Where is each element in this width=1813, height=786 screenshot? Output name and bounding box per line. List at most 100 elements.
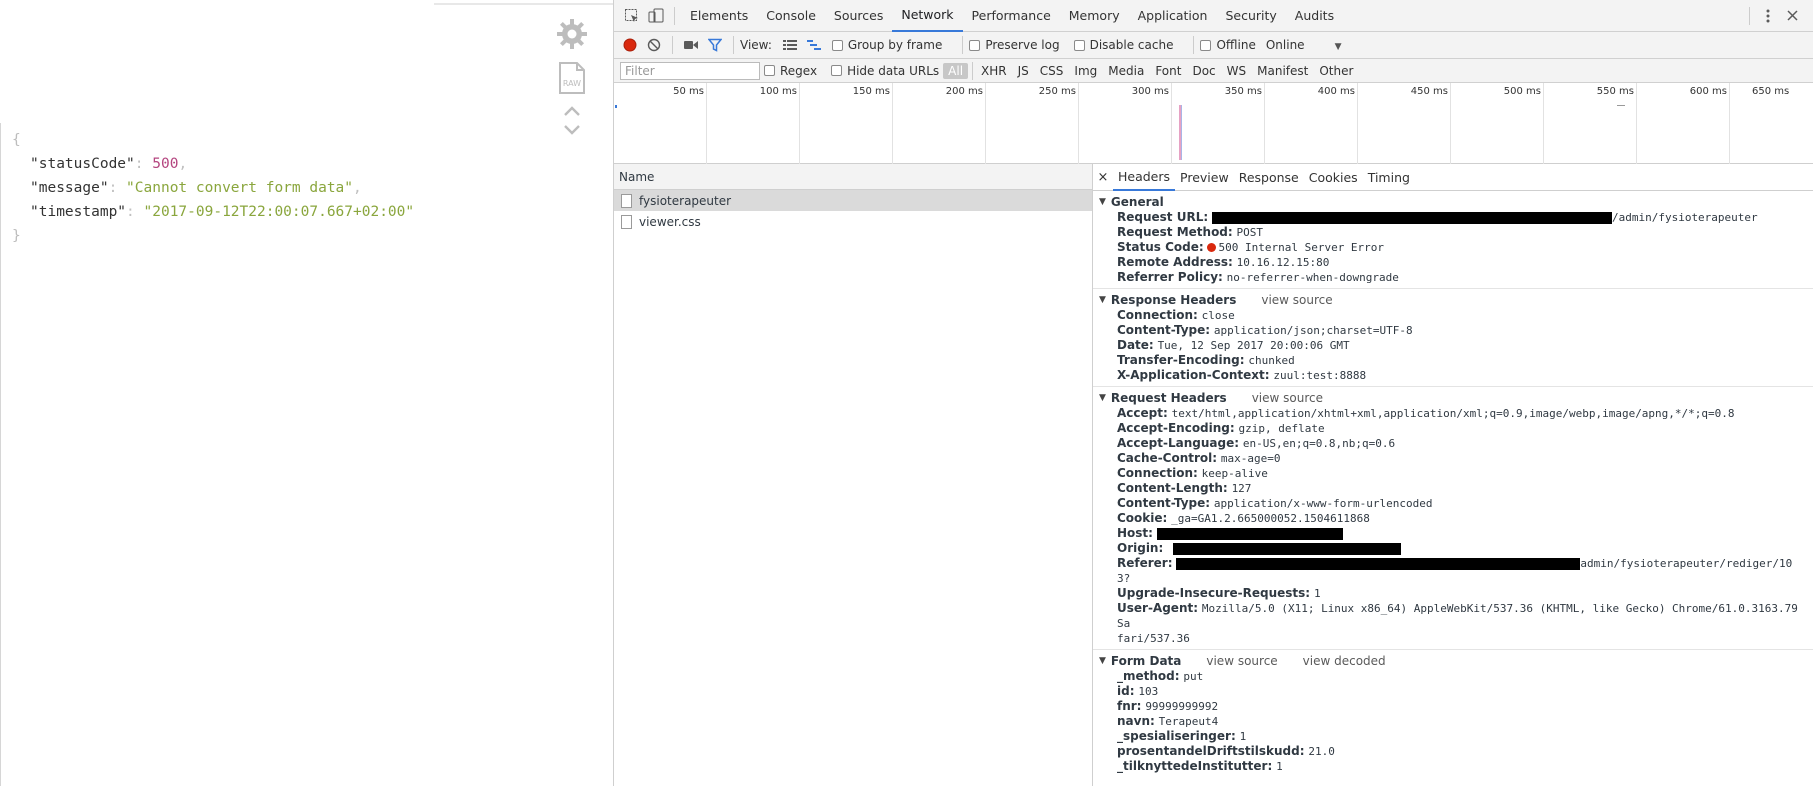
devtools-tabbar: Elements Console Sources Network Perform… — [614, 0, 1813, 32]
json-line: "message": "Cannot convert form data", — [30, 180, 362, 196]
tab-headers[interactable]: Headers — [1113, 164, 1176, 191]
header-key: Remote Address: — [1117, 255, 1233, 269]
raw-label: RAW — [563, 79, 581, 88]
hide-data-urls-checkbox[interactable]: Hide data URLs — [831, 64, 939, 78]
filter-type-ws[interactable]: WS — [1222, 63, 1251, 79]
general-section: ▼ General Request URL: /admin/fysioterape… — [1099, 194, 1813, 285]
form-key: id: — [1117, 684, 1135, 698]
device-toolbar-icon[interactable] — [644, 4, 668, 28]
request-details: × Headers Preview Response Cookies Timin… — [1093, 164, 1813, 786]
form-data-toggle[interactable]: ▼ Form Data view source view decoded — [1099, 653, 1813, 669]
json-viewer: RAW { "statusCode": 500, "message": "Can… — [0, 0, 613, 786]
close-details-icon[interactable]: × — [1093, 170, 1113, 185]
tab-cookies[interactable]: Cookies — [1304, 164, 1363, 191]
video-camera-icon[interactable] — [679, 33, 703, 57]
request-row[interactable]: fysioterapeuter — [614, 190, 1092, 211]
network-timeline-overview[interactable]: 50 ms 100 ms 150 ms 200 ms 250 ms 300 ms… — [614, 83, 1813, 164]
filter-input[interactable] — [620, 61, 760, 80]
json-close-brace: } — [12, 228, 21, 244]
filter-icon[interactable] — [703, 33, 727, 57]
filter-type-media[interactable]: Media — [1103, 63, 1149, 79]
general-section-toggle[interactable]: ▼ General — [1099, 194, 1813, 210]
name-column-header[interactable]: Name — [614, 164, 1092, 190]
request-headers-section: ▼ Request Headers view source Accept: text… — [1099, 390, 1813, 646]
tab-audits[interactable]: Audits — [1286, 0, 1343, 32]
preserve-log-checkbox[interactable]: Preserve log — [969, 38, 1060, 52]
json-content: { "statusCode": 500, "message": "Cannot … — [12, 128, 414, 248]
more-options-icon[interactable] — [1756, 4, 1780, 28]
request-headers-toggle[interactable]: ▼ Request Headers view source — [1099, 390, 1813, 406]
offline-checkbox[interactable]: Offline — [1200, 38, 1256, 52]
raw-file-icon[interactable]: RAW — [558, 61, 586, 95]
tab-performance[interactable]: Performance — [963, 0, 1060, 32]
filter-type-manifest[interactable]: Manifest — [1252, 63, 1313, 79]
waterfall-view-icon[interactable] — [802, 33, 826, 57]
header-key: User-Agent: — [1117, 601, 1199, 615]
json-value: 500 — [152, 156, 179, 172]
tab-timing[interactable]: Timing — [1363, 164, 1415, 191]
tab-response[interactable]: Response — [1234, 164, 1304, 191]
json-key: "message" — [30, 180, 109, 196]
view-source-link[interactable]: view source — [1206, 653, 1277, 669]
filter-type-doc[interactable]: Doc — [1187, 63, 1220, 79]
filter-type-other[interactable]: Other — [1314, 63, 1358, 79]
form-value: 1 — [1276, 760, 1283, 773]
details-tabbar: × Headers Preview Response Cookies Timin… — [1093, 164, 1813, 191]
tab-sources[interactable]: Sources — [825, 0, 892, 32]
regex-checkbox[interactable]: Regex — [764, 64, 817, 78]
header-row: Cache-Control: max-age=0 — [1099, 451, 1813, 466]
timeline-request-bar — [1181, 105, 1182, 160]
clear-icon[interactable] — [642, 33, 666, 57]
json-value: "Cannot convert form data" — [126, 180, 354, 196]
network-toolbar: View: Group by frame Preserve log Disabl… — [614, 32, 1813, 59]
header-key: Status Code: — [1117, 240, 1204, 254]
header-value: gzip, deflate — [1238, 422, 1325, 435]
filter-type-css[interactable]: CSS — [1035, 63, 1069, 79]
filter-type-js[interactable]: JS — [1013, 63, 1034, 79]
gear-icon[interactable] — [556, 18, 588, 50]
throttle-select[interactable]: Online ▼ — [1266, 38, 1342, 52]
tab-console[interactable]: Console — [757, 0, 825, 32]
timeline-gridline — [1357, 83, 1358, 164]
timeline-tick-label: 200 ms — [945, 86, 983, 97]
tab-network[interactable]: Network — [892, 0, 963, 32]
response-headers-toggle[interactable]: ▼ Response Headers view source — [1099, 292, 1813, 308]
inspect-element-icon[interactable] — [620, 4, 644, 28]
view-source-link[interactable]: view source — [1261, 292, 1332, 308]
header-row: Referer: admin/fysioterapeuter/rediger/1… — [1099, 556, 1813, 571]
header-value: application/json;charset=UTF-8 — [1213, 324, 1413, 337]
view-decoded-link[interactable]: view decoded — [1303, 653, 1386, 669]
filter-type-img[interactable]: Img — [1069, 63, 1102, 79]
tab-security[interactable]: Security — [1216, 0, 1285, 32]
chevron-down-icon[interactable] — [563, 124, 581, 136]
header-value: zuul:test:8888 — [1273, 369, 1367, 382]
form-row: navn: Terapeut4 — [1099, 714, 1813, 729]
close-devtools-icon[interactable] — [1780, 4, 1804, 28]
tab-preview[interactable]: Preview — [1175, 164, 1234, 191]
form-key: prosentandelDriftstilskudd: — [1117, 744, 1305, 758]
tab-application[interactable]: Application — [1129, 0, 1217, 32]
header-value: _ga=GA1.2.665000052.1504611868 — [1171, 512, 1370, 525]
view-source-link[interactable]: view source — [1252, 390, 1323, 406]
filter-type-all[interactable]: All — [943, 62, 969, 79]
header-row: Request Method: POST — [1099, 225, 1813, 240]
header-row: X-Application-Context: zuul:test:8888 — [1099, 368, 1813, 383]
request-row[interactable]: viewer.css — [614, 211, 1092, 232]
filter-type-font[interactable]: Font — [1150, 63, 1186, 79]
list-view-icon[interactable] — [778, 33, 802, 57]
form-value: 21.0 — [1308, 745, 1335, 758]
filter-type-xhr[interactable]: XHR — [976, 63, 1012, 79]
form-value: 99999999992 — [1145, 700, 1219, 713]
record-icon[interactable] — [618, 33, 642, 57]
disable-cache-checkbox[interactable]: Disable cache — [1073, 38, 1174, 52]
tab-memory[interactable]: Memory — [1060, 0, 1129, 32]
group-by-frame-checkbox[interactable]: Group by frame — [831, 38, 942, 52]
tab-elements[interactable]: Elements — [681, 0, 757, 32]
header-row: Upgrade-Insecure-Requests: 1 — [1099, 586, 1813, 601]
header-key: Origin: — [1117, 541, 1164, 555]
timeline-request-bar — [1617, 105, 1625, 106]
section-title: Response Headers — [1110, 293, 1237, 307]
chevron-up-icon[interactable] — [563, 105, 581, 117]
disable-cache-label: Disable cache — [1089, 38, 1174, 52]
timeline-tick-label: 600 ms — [1689, 86, 1727, 97]
